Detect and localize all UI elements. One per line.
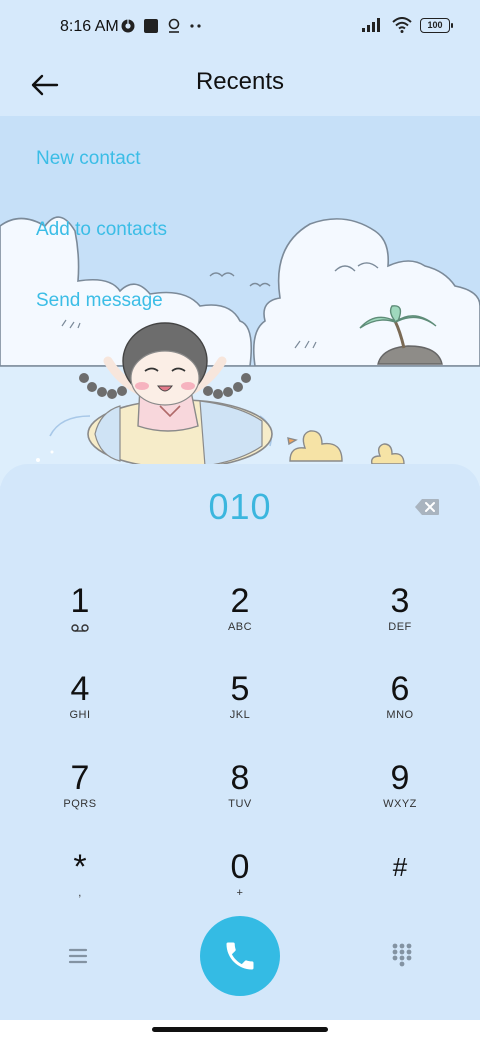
key-letters: TUV <box>228 798 252 810</box>
key-star[interactable]: * , <box>20 849 140 919</box>
key-digit: 3 <box>390 582 410 620</box>
dialpad-icon <box>392 943 412 967</box>
key-digit: 0 <box>230 848 250 886</box>
key-letters: ABC <box>227 621 253 633</box>
key-3[interactable]: 3 DEF <box>340 583 460 653</box>
key-letters: MNO <box>386 709 414 721</box>
chrome-icon <box>121 19 135 33</box>
key-digit: 1 <box>70 582 90 620</box>
key-8[interactable]: 8 TUV <box>180 760 300 830</box>
key-digit: 7 <box>70 759 90 797</box>
key-letters: DEF <box>388 621 412 633</box>
new-contact-link[interactable]: New contact <box>36 148 141 170</box>
key-7[interactable]: 7 PQRS <box>20 760 140 830</box>
battery-icon: 100 <box>420 17 453 33</box>
key-digit: 6 <box>390 670 410 708</box>
status-bar: 8:16 AM 100 <box>0 0 480 56</box>
page-title: Recents <box>195 68 285 95</box>
key-digit: 5 <box>230 670 250 708</box>
key-letters: , <box>78 887 82 899</box>
app-header: Recents <box>0 56 480 116</box>
backspace-icon <box>415 499 439 515</box>
key-digit: # <box>392 852 408 882</box>
voicemail-icon <box>71 624 89 632</box>
key-digit: 4 <box>70 670 90 708</box>
key-letters: WXYZ <box>383 798 417 810</box>
key-letters: JKL <box>229 709 251 721</box>
key-5[interactable]: 5 JKL <box>180 671 300 741</box>
menu-button[interactable] <box>62 942 94 970</box>
key-6[interactable]: 6 MNO <box>340 671 460 741</box>
key-letters: + <box>236 887 244 899</box>
key-digit: 8 <box>230 759 250 797</box>
phone-icon <box>226 942 254 970</box>
square-icon <box>144 19 158 33</box>
key-digit: * <box>73 848 87 886</box>
status-right-icons: 100 <box>362 17 453 33</box>
menu-icon <box>68 948 88 964</box>
dialed-number[interactable]: 010 <box>0 486 480 528</box>
key-hash[interactable]: # <box>340 849 460 919</box>
keypad-toggle-button[interactable] <box>388 940 416 970</box>
home-indicator[interactable] <box>152 1027 328 1032</box>
signal-icon <box>362 18 380 32</box>
add-to-contacts-link[interactable]: Add to contacts <box>36 219 167 241</box>
key-digit: 9 <box>390 759 410 797</box>
wifi-icon <box>392 17 412 33</box>
phone-screen: 8:16 AM 100 Recents New contact Add to c… <box>0 0 480 1040</box>
more-dots-icon <box>190 24 201 28</box>
key-digit: 2 <box>230 582 250 620</box>
send-message-link[interactable]: Send message <box>36 290 163 312</box>
key-4[interactable]: 4 GHI <box>20 671 140 741</box>
location-icon <box>168 18 180 33</box>
call-button[interactable] <box>200 916 280 996</box>
key-1[interactable]: 1 <box>20 583 140 653</box>
status-left-icons <box>121 18 203 34</box>
key-2[interactable]: 2 ABC <box>180 583 300 653</box>
backspace-button[interactable] <box>414 498 440 516</box>
key-9[interactable]: 9 WXYZ <box>340 760 460 830</box>
status-time: 8:16 AM <box>60 18 119 35</box>
key-letters: PQRS <box>63 798 97 810</box>
key-letters: GHI <box>69 709 91 721</box>
battery-level: 100 <box>427 20 443 30</box>
key-0[interactable]: 0 + <box>180 849 300 919</box>
